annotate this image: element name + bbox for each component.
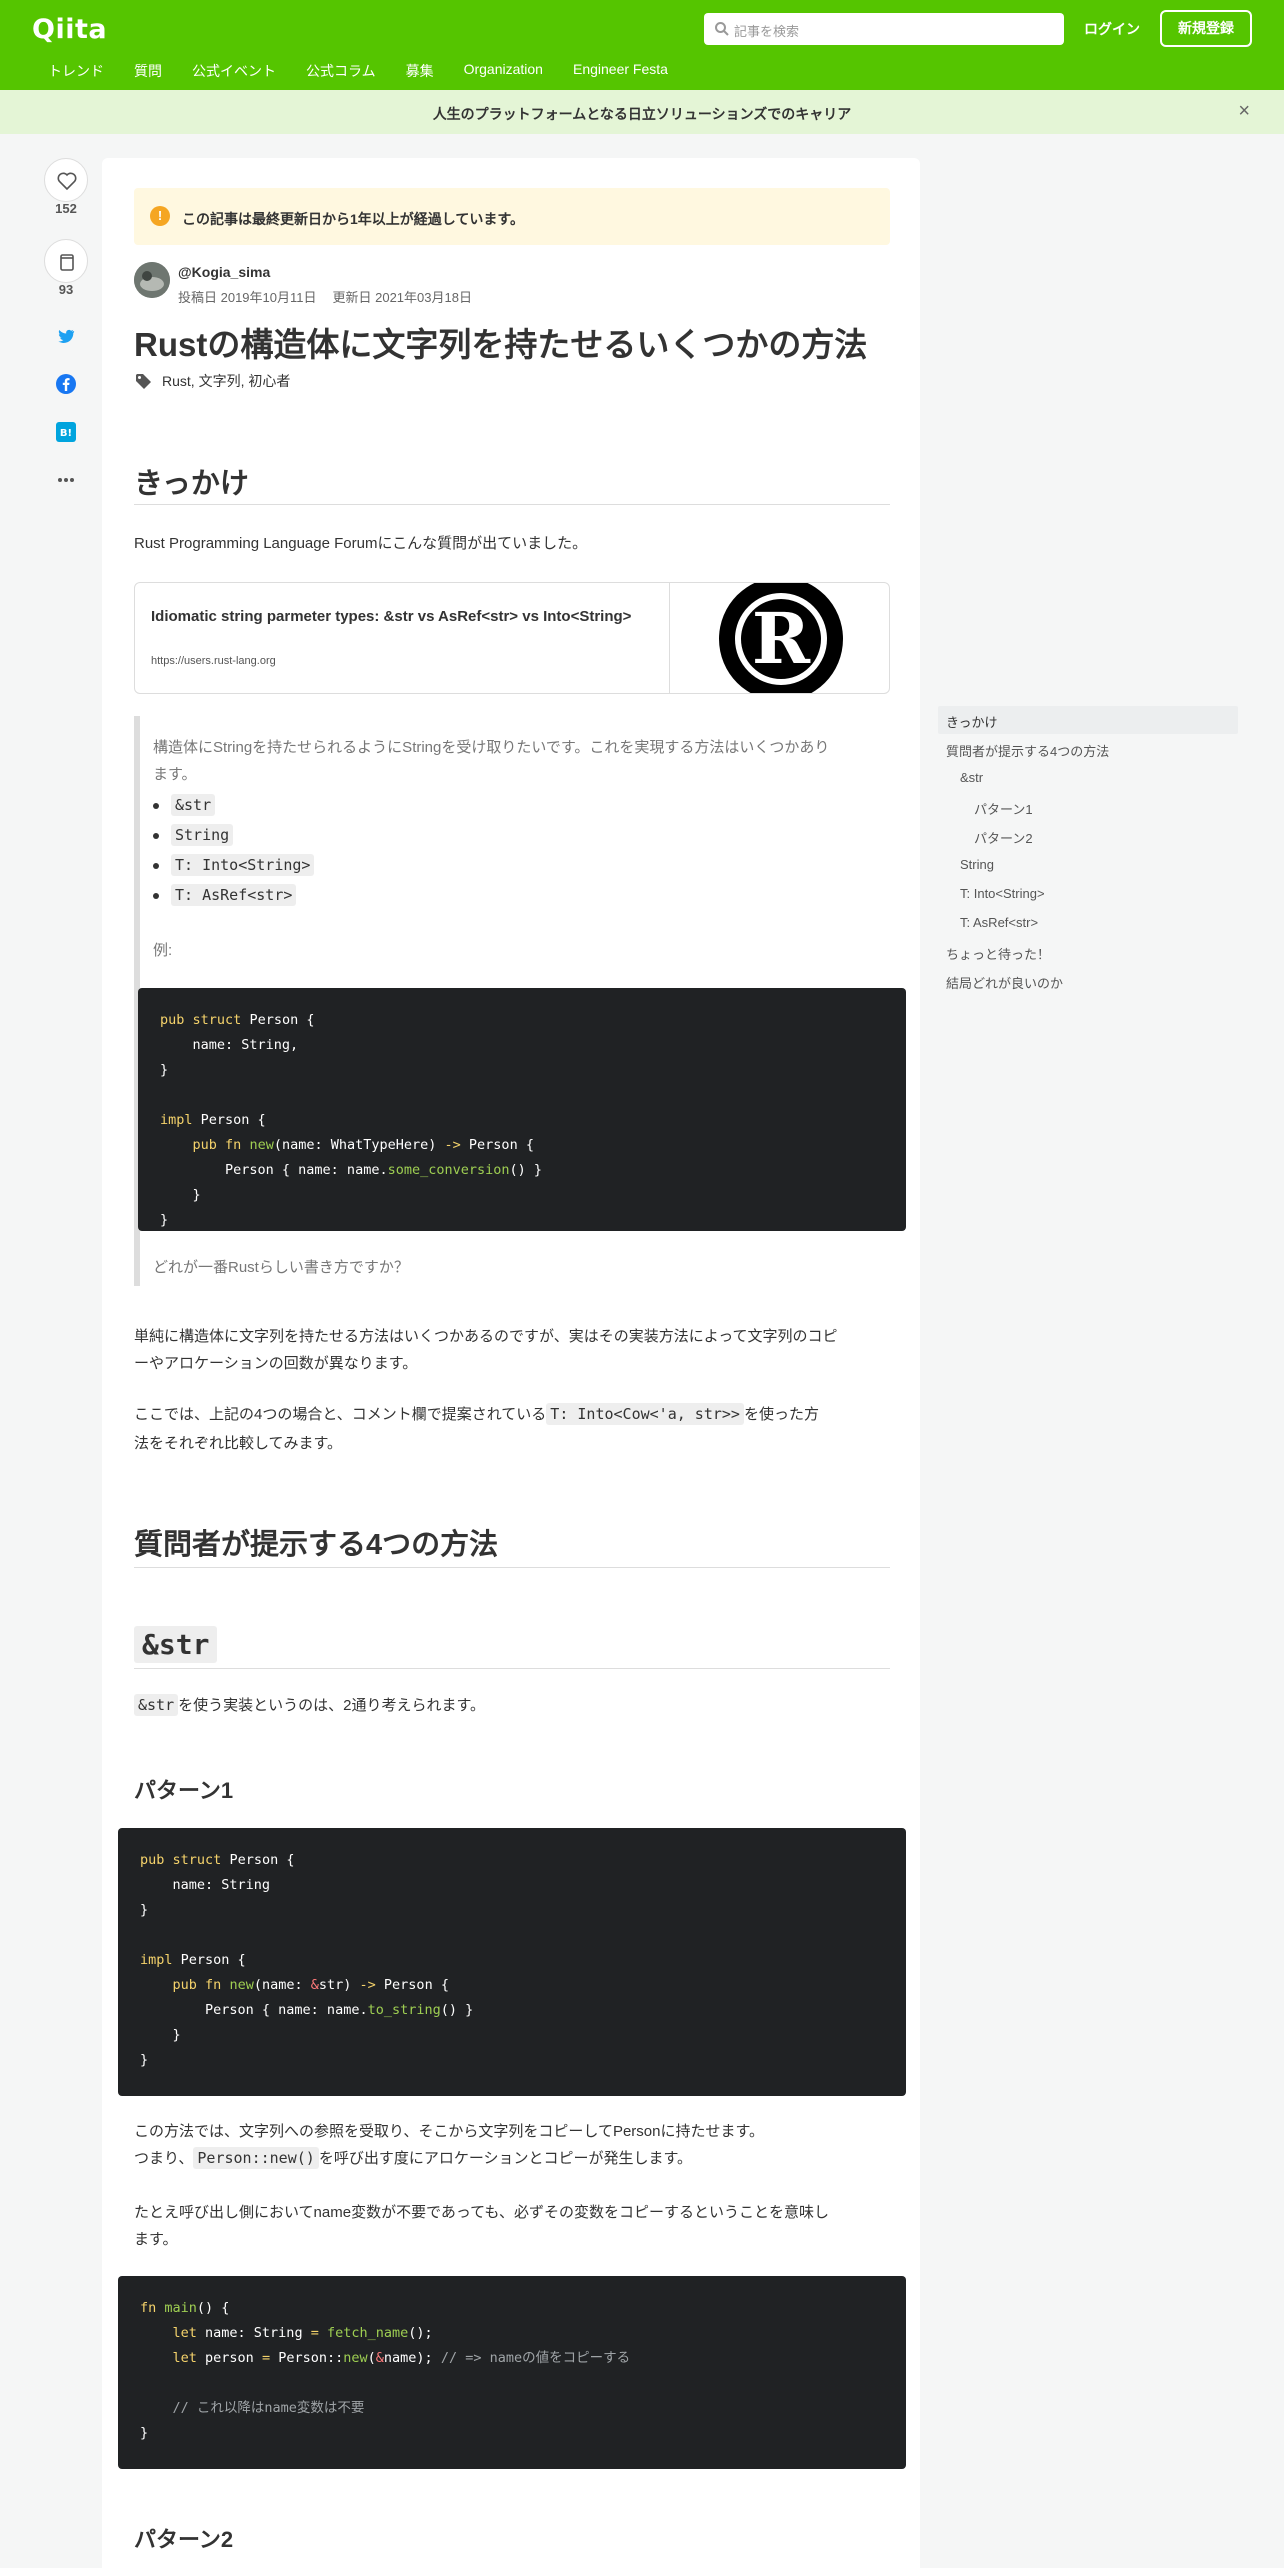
code-block-main[interactable]: fn main() { let name: String = fetch_nam… xyxy=(118,2276,906,2469)
tag-rust[interactable]: Rust xyxy=(162,373,191,389)
toc-item[interactable]: ちょっと待った！ xyxy=(946,944,1050,963)
paragraph: 法をそれぞれ比較してみます。 xyxy=(134,1435,343,1452)
banner-text[interactable]: 人生のプラットフォームとなる日立ソリューションズでのキャリア xyxy=(0,104,1284,124)
nav-organization[interactable]: Organization xyxy=(464,61,543,81)
tag-string[interactable]: 文字列 xyxy=(199,373,241,389)
close-icon[interactable]: × xyxy=(1238,100,1250,123)
stock-count: 93 xyxy=(58,282,74,297)
paragraph: この方法では、文字列への参照を受取り、そこから文字列をコピーしてPersonに持… xyxy=(134,2123,764,2140)
updated-date: 更新日 2021年03月18日 xyxy=(332,290,472,305)
code-block-example[interactable]: pub struct Person { name: String, } impl… xyxy=(138,988,906,1231)
toc-item[interactable]: T: AsRef<str> xyxy=(960,915,1038,930)
article-dates: 投稿日 2019年10月11日 更新日 2021年03月18日 xyxy=(178,287,472,306)
quote-list-item: &str xyxy=(153,794,216,816)
nav-events[interactable]: 公式イベント xyxy=(192,61,276,81)
toc-item[interactable]: String xyxy=(960,857,994,872)
heading-pattern1: パターン1 xyxy=(134,1778,234,1803)
toc-item[interactable]: パターン2 xyxy=(974,828,1033,847)
nav-columns[interactable]: 公式コラム xyxy=(306,61,376,81)
paragraph: たとえ呼び出し側においてname変数が不要であっても、必ずその変数をコピーすると… xyxy=(134,2204,829,2221)
quote-list-item: String xyxy=(153,824,234,846)
search-icon xyxy=(715,22,729,36)
svg-text:R: R xyxy=(752,597,811,680)
nav-trend[interactable]: トレンド xyxy=(48,61,104,81)
global-nav: トレンド 質問 公式イベント 公式コラム 募集 Organization Eng… xyxy=(48,61,698,81)
link-card-title[interactable]: Idiomatic string parmeter types: &str vs… xyxy=(151,605,651,629)
paragraph: ーやアロケーションの回数が異なります。 xyxy=(134,1355,418,1372)
posted-date: 投稿日 2019年10月11日 xyxy=(178,290,317,305)
tag-beginner[interactable]: 初心者 xyxy=(248,373,290,389)
like-button[interactable] xyxy=(44,158,88,202)
svg-text:B!: B! xyxy=(60,428,72,439)
link-card[interactable]: Idiomatic string parmeter types: &str vs… xyxy=(134,582,890,694)
quote-closing: どれが一番Rustらしい書き方ですか？ xyxy=(153,1259,409,1276)
search-input[interactable]: 記事を検索 xyxy=(704,13,1064,45)
promo-banner[interactable]: 人生のプラットフォームとなる日立ソリューションズでのキャリア × xyxy=(0,90,1284,134)
inline-code: T: Into<Cow<'a, str>> xyxy=(546,1403,744,1425)
site-header: Qiita 記事を検索 ログイン 新規登録 トレンド 質問 公式イベント 公式コ… xyxy=(0,0,1284,90)
inline-code: Person::new() xyxy=(193,2147,319,2169)
link-card-url[interactable]: https://users.rust-lang.org xyxy=(151,655,276,667)
avatar[interactable] xyxy=(134,262,170,298)
quote-list-item: T: AsRef<str> xyxy=(153,884,297,906)
signup-button[interactable]: 新規登録 xyxy=(1160,10,1252,47)
toc-item[interactable]: 質問者が提示する4つの方法 xyxy=(946,741,1109,760)
twitter-icon[interactable] xyxy=(55,325,77,347)
toc-item[interactable]: パターン1 xyxy=(974,799,1033,818)
quote-text-line1: 構造体にStringを持たせられるようにStringを受け取りたいです。これを実… xyxy=(153,739,830,756)
qiita-logo[interactable]: Qiita xyxy=(32,14,107,45)
article-title: Rustの構造体に文字列を持たせるいくつかの方法 xyxy=(134,326,868,363)
toc-item[interactable]: きっかけ xyxy=(946,712,997,731)
search-placeholder: 記事を検索 xyxy=(734,24,800,39)
facebook-icon[interactable] xyxy=(55,373,77,395)
heading-four-methods: 質問者が提示する4つの方法 xyxy=(134,1529,499,1561)
stock-icon xyxy=(60,254,74,271)
quote-list-item: T: Into<String> xyxy=(153,854,315,876)
paragraph: ここでは、上記の4つの場合と、コメント欄で提案されている T: Into<Cow<… xyxy=(134,1403,819,1425)
like-count: 152 xyxy=(55,201,77,216)
paragraph: &str を使う実装というのは、2通り考えられます。 xyxy=(134,1692,485,1719)
nav-question[interactable]: 質問 xyxy=(134,61,162,81)
paragraph: つまり、 Person::new() を呼び出す度にアロケーションとコピーが発生しま… xyxy=(134,2147,693,2169)
hatena-bookmark-icon[interactable]: B! xyxy=(55,421,77,443)
warning-text: この記事は最終更新日から1年以上が経過しています。 xyxy=(182,211,524,227)
heart-icon xyxy=(57,172,77,191)
heading-pattern2: パターン2 xyxy=(134,2527,234,2552)
heading-kikkake: きっかけ xyxy=(134,468,249,500)
tag-list: Rust, 文字列, 初心者 xyxy=(162,373,291,389)
divider xyxy=(134,504,890,505)
divider xyxy=(134,1668,890,1669)
login-link[interactable]: ログイン xyxy=(1084,19,1140,39)
inline-code: &str xyxy=(134,1694,179,1716)
paragraph: ます。 xyxy=(134,2231,178,2248)
toc-item[interactable]: 結局どれが良いのか xyxy=(946,973,1063,992)
quote-example-label: 例: xyxy=(153,942,173,959)
author-name[interactable]: @Kogia_sima xyxy=(178,264,270,280)
nav-recruit[interactable]: 募集 xyxy=(406,61,434,81)
nav-engineer-festa[interactable]: Engineer Festa xyxy=(573,61,668,81)
code-block-pattern1[interactable]: pub struct Person { name: String } impl … xyxy=(118,1828,906,2096)
toc-item[interactable]: T: Into<String> xyxy=(960,886,1045,901)
more-options-icon[interactable] xyxy=(55,469,77,491)
quote-text-line2: ます。 xyxy=(153,766,197,783)
divider xyxy=(134,1567,890,1568)
tag-icon xyxy=(136,374,151,389)
outdated-warning: ! この記事は最終更新日から1年以上が経過しています。 xyxy=(134,188,890,245)
paragraph: 単純に構造体に文字列を持たせる方法はいくつかあるのですが、実はその実装方法によっ… xyxy=(134,1328,838,1345)
toc-item[interactable]: &str xyxy=(960,770,983,785)
stock-button[interactable] xyxy=(44,239,88,283)
intro-paragraph: Rust Programming Language Forumにこんな質問が出て… xyxy=(134,535,588,552)
info-icon: ! xyxy=(150,206,170,226)
rust-logo-thumbnail: R xyxy=(669,583,889,693)
heading-str: &str xyxy=(134,1626,218,1663)
